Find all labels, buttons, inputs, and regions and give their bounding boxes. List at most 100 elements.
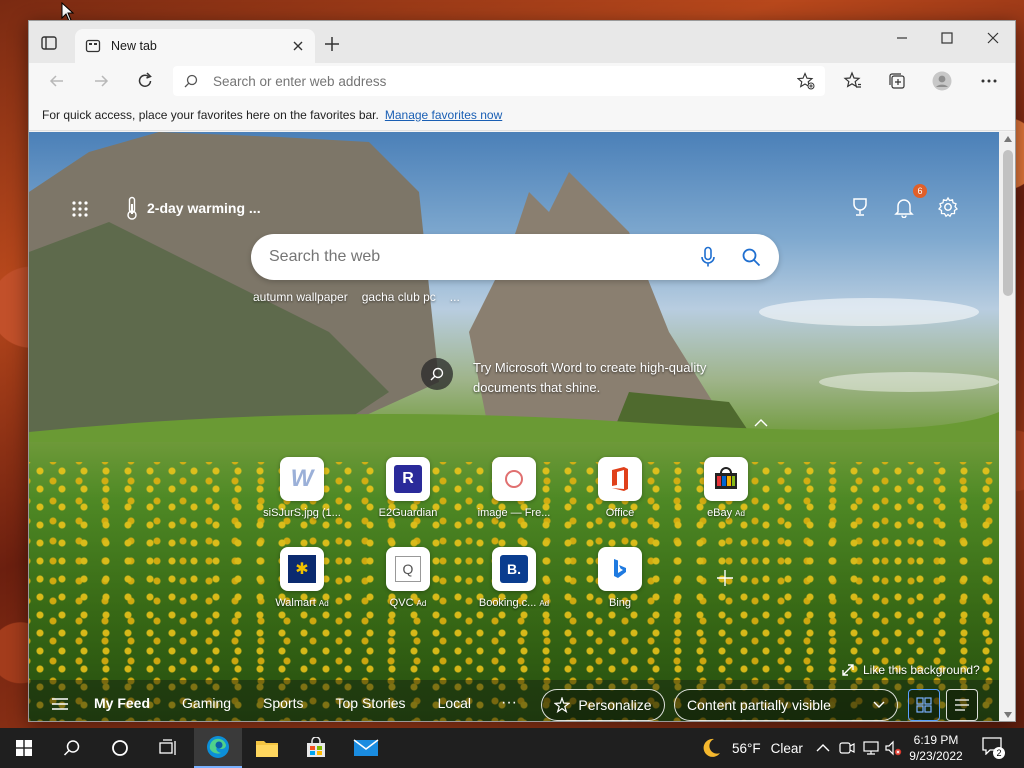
page-scrollbar[interactable]	[999, 132, 1015, 721]
tray-chevron-up-icon[interactable]	[814, 739, 832, 757]
new-tab-plus-icon[interactable]	[323, 35, 341, 53]
content-visibility-dropdown[interactable]: Content partially visible	[674, 689, 898, 721]
walmart-icon: ✱	[280, 547, 324, 591]
address-input[interactable]	[213, 73, 797, 89]
address-bar[interactable]	[173, 66, 825, 96]
action-center-button[interactable]: 2	[982, 737, 1005, 759]
favorites-icon[interactable]	[843, 71, 863, 91]
trending-more[interactable]: ...	[450, 290, 460, 304]
volume-muted-icon[interactable]	[884, 739, 902, 757]
ad-badge: Ad	[735, 509, 745, 518]
qvc-icon: Q	[386, 547, 430, 591]
search-icon	[184, 74, 198, 88]
clock-time: 6:19 PM	[913, 733, 959, 747]
ad-badge: Ad	[416, 599, 427, 608]
back-arrow-icon[interactable]	[47, 71, 67, 91]
app-launcher-grid-icon[interactable]	[71, 200, 89, 218]
taskbar: 56°F Clear 6:19 PM 9/23/2022 2	[0, 728, 1024, 768]
quick-link-label: Bing	[608, 597, 632, 609]
forward-arrow-icon[interactable]	[91, 71, 111, 91]
minimize-icon[interactable]	[893, 29, 911, 47]
quick-link-tile[interactable]: Office	[575, 457, 665, 527]
weather-widget[interactable]: 2-day warming ...	[125, 196, 261, 220]
quick-link-tile[interactable]: Bing	[575, 547, 665, 617]
meet-now-icon[interactable]	[838, 739, 856, 757]
trending-item[interactable]: gacha club pc	[362, 290, 436, 304]
feed-more-button[interactable]: ···	[501, 694, 517, 712]
quick-link-label: siSJurS.jpg (1...	[263, 507, 341, 519]
tab-actions-icon[interactable]	[39, 33, 59, 53]
address-toolbar	[29, 63, 1015, 99]
tab-title: New tab	[111, 39, 157, 53]
hamburger-menu-icon[interactable]	[51, 697, 69, 711]
quick-link-tile[interactable]: Q QVC Ad	[363, 547, 453, 617]
taskbar-edge-app[interactable]	[194, 728, 242, 768]
settings-more-icon[interactable]	[979, 71, 999, 91]
quick-link-label: QVC	[389, 597, 414, 609]
quick-link-tile[interactable]: W siSJurS.jpg (1...	[257, 457, 347, 527]
add-favorite-star-icon[interactable]	[797, 72, 815, 90]
task-view-button[interactable]	[144, 728, 192, 768]
feed-tab-local[interactable]: Local	[438, 695, 471, 711]
clock-date: 9/23/2022	[909, 749, 963, 763]
taskbar-search-button[interactable]	[48, 728, 96, 768]
network-icon[interactable]	[862, 739, 880, 757]
feed-tab-my-feed[interactable]: My Feed	[94, 695, 150, 711]
scroll-up-arrow-icon[interactable]	[1004, 136, 1012, 142]
expand-arrows-icon	[842, 664, 854, 676]
trending-searches: autumn wallpaper gacha club pc ...	[253, 290, 460, 304]
start-button[interactable]	[0, 728, 48, 768]
chevron-down-icon	[873, 701, 885, 708]
feed-tab-top-stories[interactable]: Top Stories	[336, 695, 406, 711]
trending-item[interactable]: autumn wallpaper	[253, 290, 348, 304]
refresh-icon[interactable]	[135, 71, 155, 91]
feed-navigation-bar: My Feed Gaming Sports Top Stories Local …	[29, 680, 999, 721]
taskbar-clock[interactable]: 6:19 PM 9/23/2022	[904, 732, 968, 764]
taskbar-microsoft-store[interactable]	[292, 728, 340, 768]
quick-link-tile[interactable]: eBay Ad	[681, 457, 771, 527]
title-bar: New tab	[29, 21, 1015, 63]
like-background-link[interactable]: Like this background?	[841, 663, 980, 677]
maximize-icon[interactable]	[938, 29, 956, 47]
voice-search-mic-icon[interactable]	[699, 246, 717, 268]
profile-avatar-icon[interactable]	[932, 71, 952, 91]
taskbar-file-explorer[interactable]	[243, 728, 291, 768]
collapse-chevron-up-icon[interactable]	[754, 418, 768, 428]
search-icon	[63, 740, 80, 756]
taskbar-weather[interactable]: 56°F Clear	[700, 728, 803, 768]
quick-link-tile[interactable]: B. Booking.c... Ad	[469, 547, 559, 617]
feed-tab-gaming[interactable]: Gaming	[182, 695, 231, 711]
scroll-down-arrow-icon[interactable]	[1004, 712, 1012, 718]
cortana-button[interactable]	[96, 728, 144, 768]
tab-new-tab[interactable]: New tab	[75, 29, 315, 63]
close-tab-icon[interactable]	[291, 39, 305, 53]
list-layout-button[interactable]	[946, 689, 978, 721]
grid-layout-button[interactable]	[908, 689, 940, 721]
quick-link-label: eBay	[707, 507, 733, 519]
feed-tabs: My Feed Gaming Sports Top Stories Local	[94, 695, 471, 711]
ad-badge: Ad	[539, 599, 550, 608]
close-window-icon[interactable]	[984, 29, 1002, 47]
quick-link-tile[interactable]: image — Fre...	[469, 457, 559, 527]
content-visibility-value: Content partially visible	[687, 697, 831, 713]
taskbar-mail[interactable]	[342, 728, 390, 768]
like-background-text: Like this background?	[863, 663, 980, 677]
favorites-bar-hint: For quick access, place your favorites h…	[42, 107, 379, 122]
quick-link-tile[interactable]: R E2Guardian	[363, 457, 453, 527]
feed-tab-sports[interactable]: Sports	[263, 695, 303, 711]
add-quick-link-plus-icon[interactable]	[715, 568, 735, 588]
weather-condition: Clear	[770, 740, 803, 756]
manage-favorites-link[interactable]: Manage favorites now	[385, 108, 502, 122]
promo-banner[interactable]: Try Microsoft Word to create high-qualit…	[421, 358, 753, 398]
web-search-input[interactable]	[269, 248, 699, 266]
web-search-submit-icon[interactable]	[741, 247, 761, 267]
web-search-box[interactable]	[251, 234, 779, 280]
collections-icon[interactable]	[887, 71, 907, 91]
page-settings-gear-icon[interactable]	[937, 196, 959, 218]
notifications-bell-icon[interactable]	[893, 196, 915, 218]
cortana-circle-icon	[112, 740, 128, 756]
scrollbar-thumb[interactable]	[1003, 150, 1013, 296]
personalize-button[interactable]: Personalize	[541, 689, 665, 721]
quick-link-tile[interactable]: ✱ Walmart Ad	[257, 547, 347, 617]
rewards-trophy-icon[interactable]	[849, 196, 871, 218]
